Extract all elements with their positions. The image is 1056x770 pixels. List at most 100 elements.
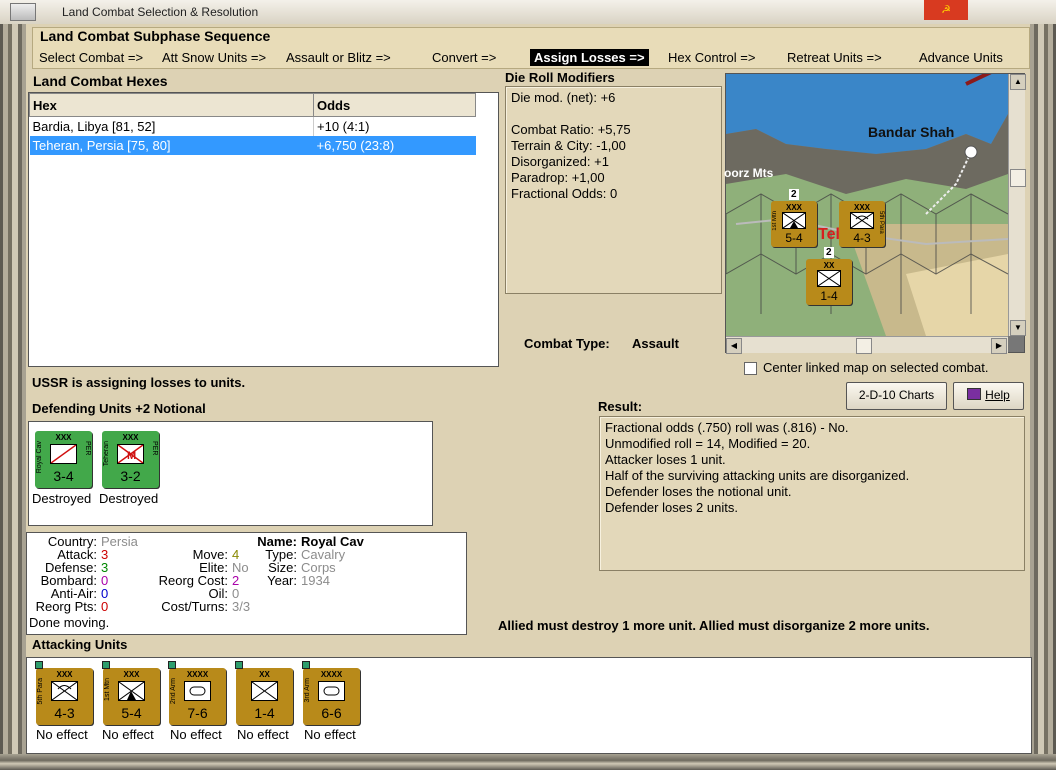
- paratroop-icon: [51, 681, 78, 701]
- scroll-thumb[interactable]: [1010, 169, 1026, 187]
- attacker-counter[interactable]: XXX 5-4 1st Mtn: [102, 661, 160, 725]
- subphase-heading: Land Combat Subphase Sequence: [40, 28, 271, 44]
- help-button[interactable]: Help: [953, 382, 1024, 410]
- scroll-up-icon[interactable]: ▲: [1010, 74, 1026, 90]
- scroll-left-icon[interactable]: ◀: [726, 338, 742, 354]
- modifier-line: Die mod. (net): +6: [511, 90, 616, 105]
- result-line: Attacker loses 1 unit.: [605, 452, 726, 467]
- attacker-status: No effect: [170, 727, 222, 742]
- info-cost-turns: 3/3: [232, 599, 251, 614]
- frame-right: [1030, 24, 1056, 770]
- hex-cell: Teheran, Persia [75, 80]: [29, 136, 314, 155]
- defending-heading: Defending Units +2 Notional: [32, 401, 206, 416]
- close-icon: ☭: [941, 4, 951, 16]
- infantry-icon: [251, 681, 278, 701]
- modifier-line: Combat Ratio: +5,75: [511, 122, 631, 137]
- title-bar: Land Combat Selection & Resolution ☭: [0, 0, 1056, 25]
- result-panel: Fractional odds (.750) roll was (.816) -…: [599, 416, 1025, 571]
- step-convert[interactable]: Convert =>: [432, 50, 496, 65]
- defender-status: Destroyed: [99, 491, 159, 506]
- result-heading: Result:: [598, 399, 643, 414]
- result-line: Half of the surviving attacking units ar…: [605, 468, 910, 483]
- info-reorg-pts: 0: [101, 599, 109, 614]
- modifier-line: Terrain & City: -1,00: [511, 138, 626, 153]
- modifier-line: Paradrop: +1,00: [511, 170, 605, 185]
- map-mountain-label: oorz Mts: [724, 166, 774, 180]
- help-label: Help: [985, 388, 1010, 402]
- map-city-label: Tel: [818, 226, 840, 243]
- svg-text:M: M: [127, 450, 136, 462]
- attacking-heading: Attacking Units: [32, 637, 128, 652]
- step-hex-control[interactable]: Hex Control =>: [668, 50, 755, 65]
- attacker-status: No effect: [237, 727, 289, 742]
- infantry-icon: [817, 270, 841, 287]
- paratroop-icon: [850, 212, 874, 229]
- info-done-moving: Done moving.: [29, 615, 110, 630]
- scroll-down-icon[interactable]: ▼: [1010, 320, 1026, 336]
- center-map-label: Center linked map on selected combat.: [763, 360, 989, 375]
- charts-button[interactable]: 2-D-10 Charts: [846, 382, 947, 410]
- step-att-snow-units[interactable]: Att Snow Units =>: [162, 50, 266, 65]
- map-place-label: Bandar Shah: [868, 124, 955, 140]
- defender-status: Destroyed: [32, 491, 92, 506]
- result-line: Fractional odds (.750) roll was (.816) -…: [605, 420, 849, 435]
- map-vertical-scrollbar[interactable]: ▲ ▼: [1008, 74, 1026, 336]
- help-book-icon: [967, 388, 982, 400]
- map-counter[interactable]: XXX 4-3 5th Para: [839, 201, 885, 247]
- infantry-icon: [782, 212, 806, 229]
- system-menu-button[interactable]: [10, 3, 36, 21]
- linked-map[interactable]: Bandar Shah oorz Mts Tel XXX 5-4 1st Mtn…: [724, 73, 1026, 354]
- result-line: Unmodified roll = 14, Modified = 20.: [605, 436, 811, 451]
- result-line: Defender loses 2 units.: [605, 500, 738, 515]
- attacker-status: No effect: [102, 727, 154, 742]
- step-retreat-units[interactable]: Retreat Units =>: [787, 50, 882, 65]
- cavalry-icon: [50, 444, 77, 464]
- hexes-list[interactable]: Hex Odds Bardia, Libya [81, 52] +10 (4:1…: [28, 92, 499, 367]
- attacker-status: No effect: [304, 727, 356, 742]
- defender-counter[interactable]: XXX M 3-2 Teheran PER: [102, 431, 159, 488]
- step-advance-units[interactable]: Advance Units: [919, 50, 1003, 65]
- column-odds[interactable]: Odds: [313, 93, 476, 117]
- step-select-combat[interactable]: Select Combat =>: [39, 50, 143, 65]
- modifiers-panel: Die mod. (net): +6 Combat Ratio: +5,75 T…: [505, 86, 722, 294]
- armor-icon: [318, 681, 345, 701]
- map-horizontal-scrollbar[interactable]: ◀ ▶: [726, 336, 1008, 354]
- attacker-status: No effect: [36, 727, 88, 742]
- hex-cell: Bardia, Libya [81, 52]: [29, 116, 314, 136]
- modifier-line: Disorganized: +1: [511, 154, 609, 169]
- odds-cell: +6,750 (23:8): [313, 136, 476, 155]
- attacker-counter[interactable]: XXX 4-3 5th Para: [35, 661, 93, 725]
- step-assign-losses[interactable]: Assign Losses =>: [530, 49, 649, 66]
- attacker-counter[interactable]: XX 1-4: [235, 661, 293, 725]
- combat-type-value: Assault: [632, 336, 679, 351]
- map-counter[interactable]: XXX 5-4 1st Mtn 2: [771, 189, 817, 247]
- info-year: 1934: [301, 573, 330, 588]
- center-map-checkbox[interactable]: [744, 362, 757, 375]
- window-title: Land Combat Selection & Resolution: [62, 5, 259, 19]
- modifier-line: Fractional Odds: 0: [511, 186, 618, 201]
- close-button[interactable]: ☭: [924, 0, 968, 20]
- militia-icon: M: [117, 444, 144, 464]
- result-line: Defender loses the notional unit.: [605, 484, 792, 499]
- frame-bottom: [0, 754, 1056, 770]
- defender-counter[interactable]: XXX 3-4 Royal Cav PER: [35, 431, 92, 488]
- odds-cell: +10 (4:1): [317, 119, 370, 134]
- attacker-counter[interactable]: XXXX 6-6 3rd Arm: [302, 661, 360, 725]
- attacker-counter[interactable]: XXXX 7-6 2nd Arm: [168, 661, 226, 725]
- hexes-heading: Land Combat Hexes: [33, 73, 168, 89]
- scroll-thumb[interactable]: [856, 338, 872, 354]
- loss-requirement: Allied must destroy 1 more unit. Allied …: [498, 618, 930, 633]
- frame-left: [0, 24, 26, 770]
- combat-type-label: Combat Type:: [524, 336, 610, 351]
- scroll-right-icon[interactable]: ▶: [991, 338, 1007, 354]
- step-assault-or-blitz[interactable]: Assault or Blitz =>: [286, 50, 391, 65]
- modifiers-heading: Die Roll Modifiers: [505, 70, 615, 85]
- map-counter[interactable]: XX 1-4 2: [806, 247, 852, 305]
- armor-icon: [184, 681, 211, 701]
- status-message: USSR is assigning losses to units.: [32, 375, 246, 390]
- mountain-infantry-icon: [118, 681, 145, 701]
- column-hex[interactable]: Hex: [29, 93, 314, 117]
- unit-info-panel: Country: Persia Attack: 3 Defense: 3 Bom…: [26, 532, 467, 635]
- table-row-selected[interactable]: Teheran, Persia [75, 80] +6,750 (23:8): [29, 136, 476, 155]
- table-row[interactable]: Bardia, Libya [81, 52] +10 (4:1): [29, 116, 476, 136]
